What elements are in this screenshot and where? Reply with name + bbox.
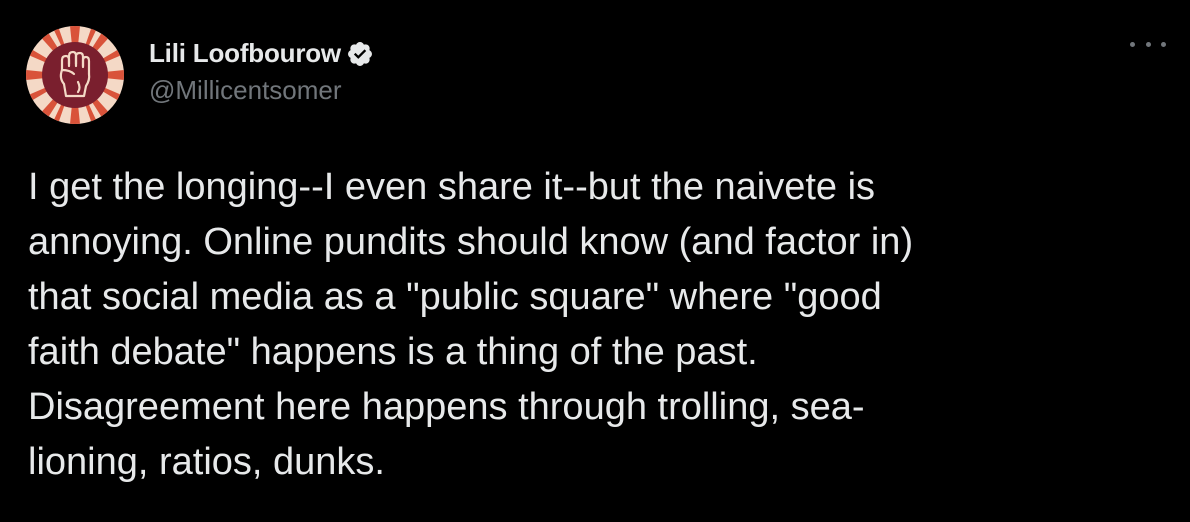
more-dot	[1145, 41, 1151, 47]
user-handle[interactable]: @Millicentsomer	[149, 75, 374, 106]
raised-fist-icon	[26, 26, 124, 124]
tweet-text-line: annoying. Online pundits should know (an…	[28, 221, 914, 263]
name-row: Lili Loofbourow	[149, 38, 374, 69]
more-dot	[1130, 41, 1135, 47]
display-name[interactable]: Lili Loofbourow	[149, 38, 341, 69]
tweet-text-line: I get the longing--I even share it--but …	[28, 166, 876, 208]
author-names: Lili Loofbourow @Millicentsomer	[149, 38, 374, 106]
tweet-card: Lili Loofbourow @Millicentsomer I get th…	[0, 0, 1190, 522]
more-options-icon[interactable]	[1130, 34, 1166, 54]
avatar[interactable]	[26, 26, 124, 124]
tweet-header: Lili Loofbourow @Millicentsomer	[26, 26, 374, 124]
tweet-text-line: faith debate" happens is a thing of the …	[28, 331, 758, 373]
tweet-text-line: that social media as a "public square" w…	[28, 276, 882, 318]
verified-badge-icon	[346, 40, 374, 68]
tweet-text-line: Disagreement here happens through trolli…	[28, 386, 865, 428]
tweet-text: I get the longing--I even share it--but …	[28, 160, 1148, 490]
tweet-text-line: lioning, ratios, dunks.	[28, 441, 385, 483]
more-dot	[1161, 41, 1166, 47]
